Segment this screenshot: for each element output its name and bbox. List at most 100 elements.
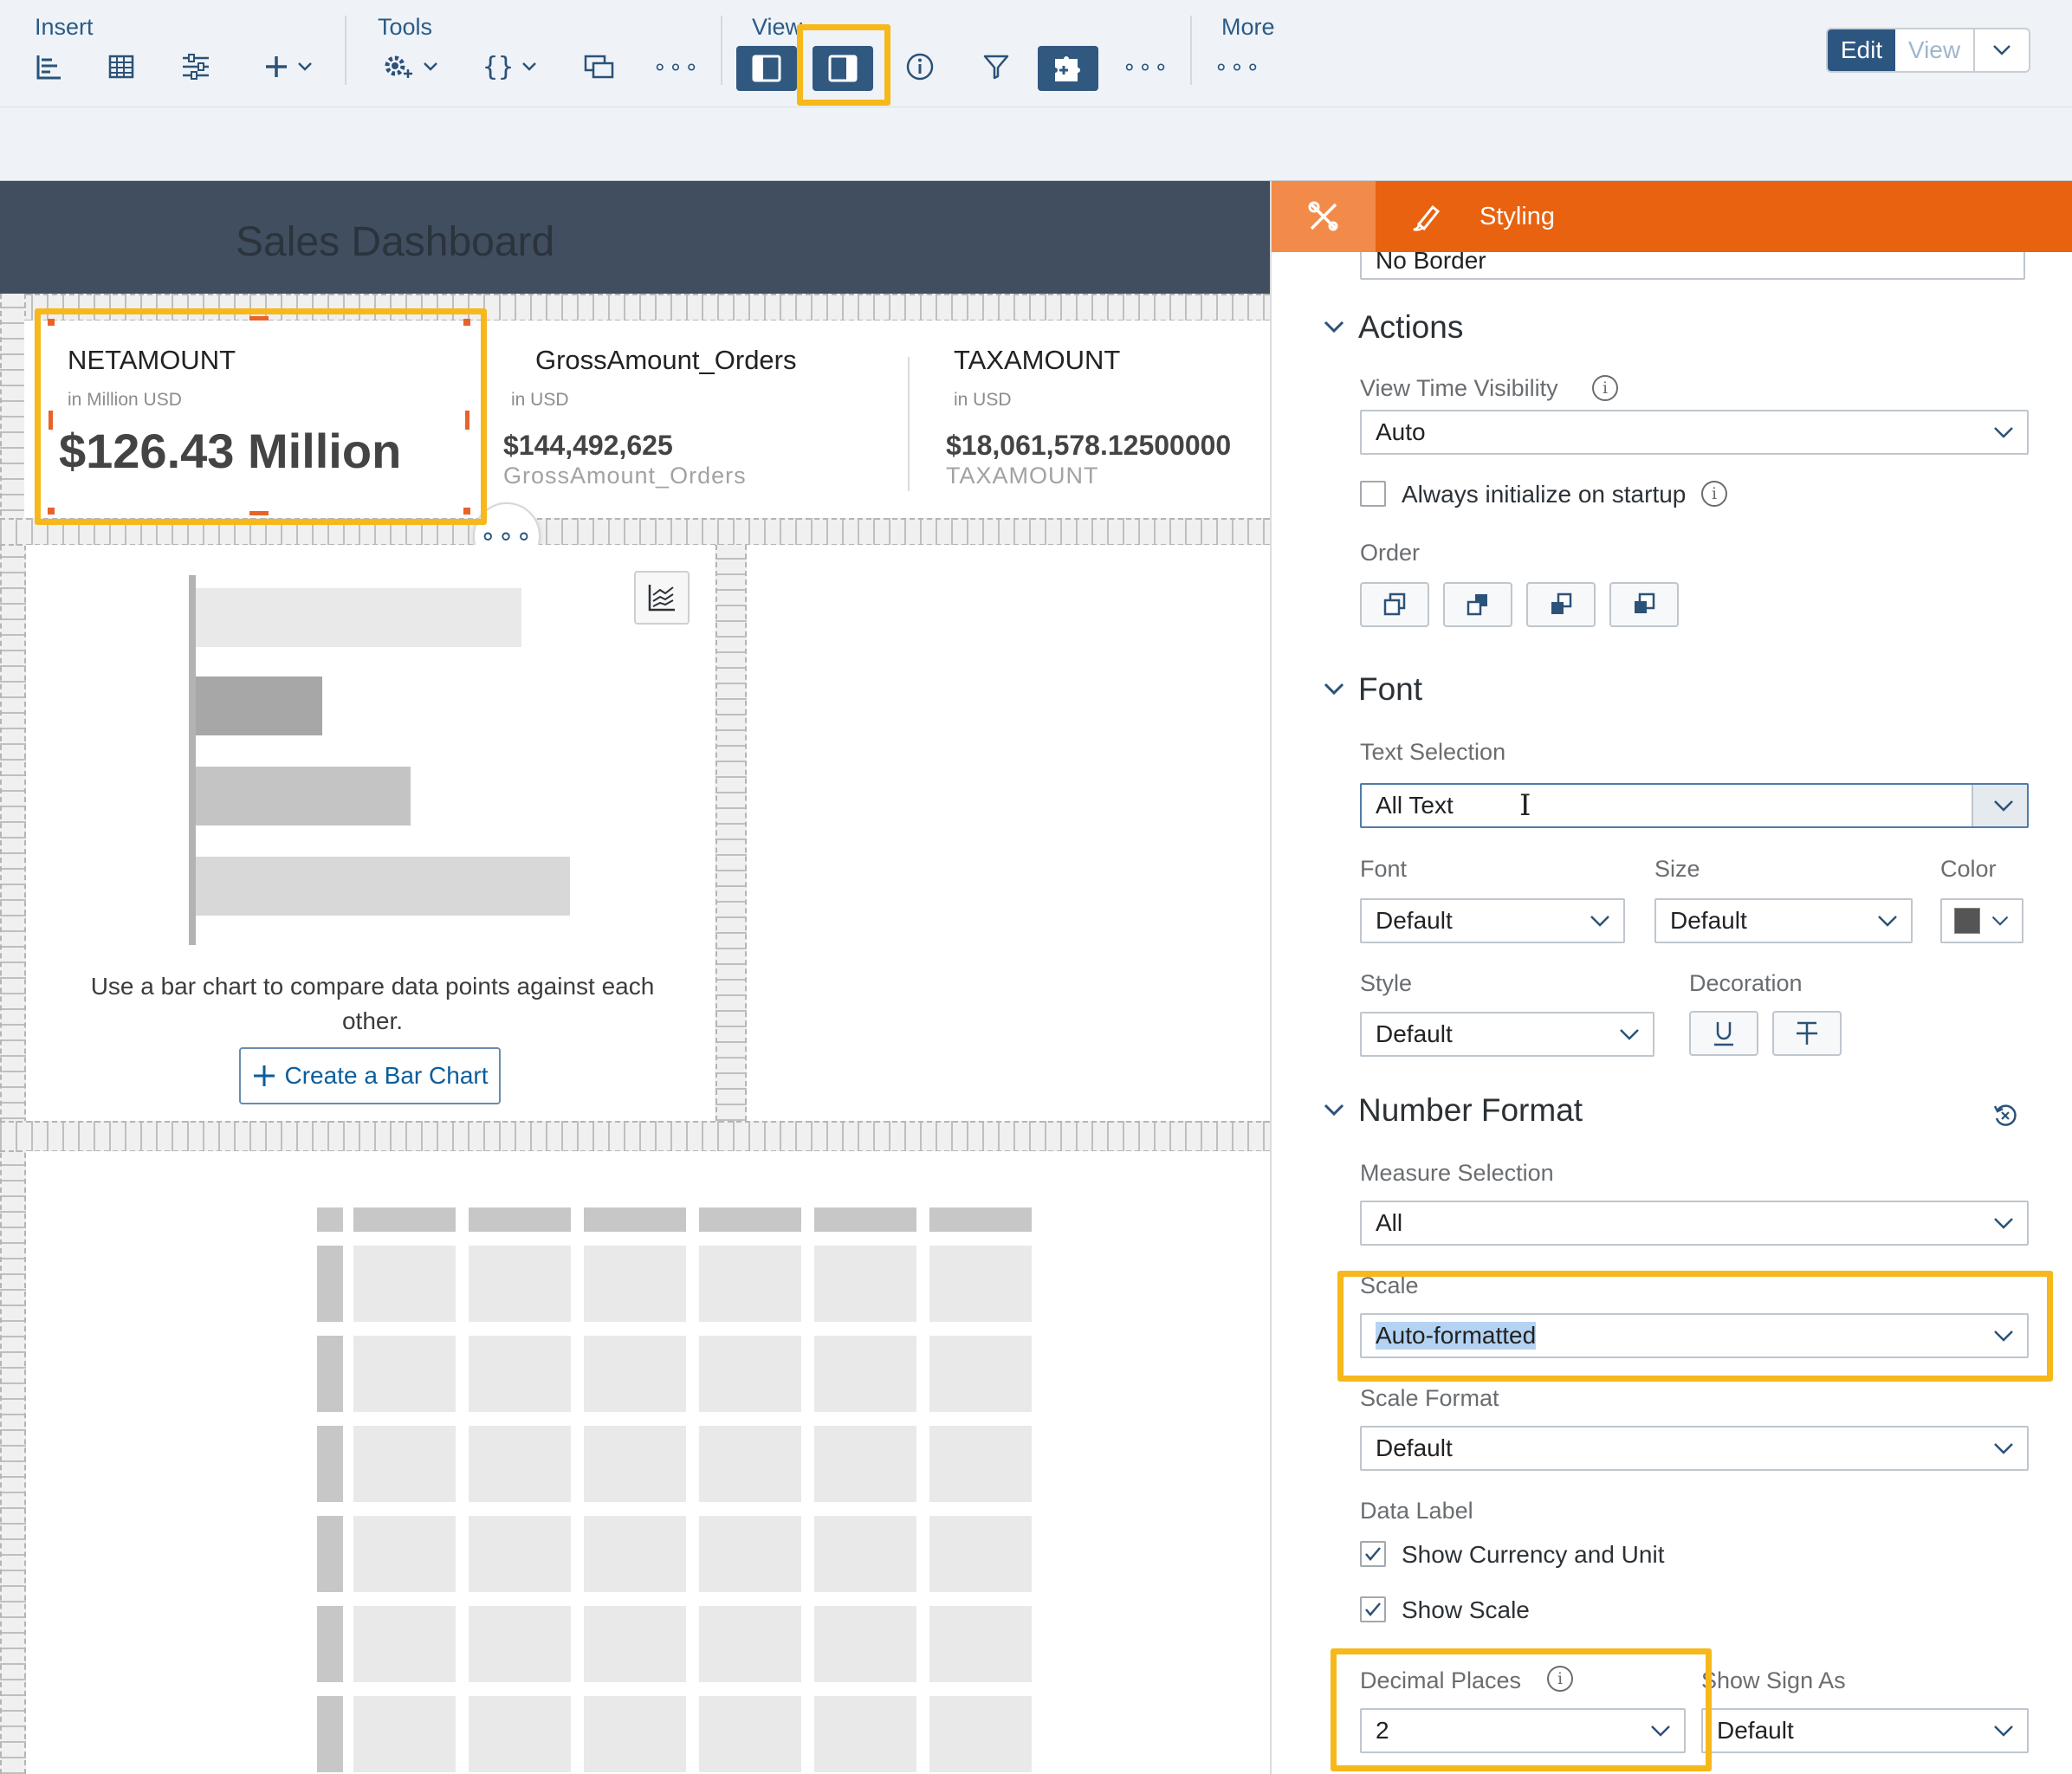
tools-scripting-button[interactable] [376, 45, 445, 88]
reset-icon [1993, 1104, 2017, 1126]
kpi-subtitle: in USD [511, 390, 569, 410]
font-size-value: Default [1670, 907, 1747, 934]
resize-handle[interactable] [249, 511, 269, 515]
left-panel-icon [752, 55, 781, 82]
bar-chart-placeholder-tile[interactable]: Use a bar chart to compare data points a… [26, 545, 715, 1121]
chevron-down-icon [1590, 916, 1609, 927]
right-side-panel-toggle[interactable] [813, 46, 873, 91]
insert-more-button[interactable] [258, 45, 319, 88]
chart-axis [189, 575, 196, 945]
always-initialize-checkbox[interactable] [1360, 481, 1386, 507]
font-color-picker[interactable] [1940, 898, 2023, 943]
insert-table-button[interactable] [104, 45, 139, 88]
chart-type-button[interactable] [634, 571, 690, 625]
send-backward-button[interactable] [1526, 582, 1596, 627]
resize-handle[interactable] [48, 319, 55, 326]
table-placeholder-cell [469, 1207, 571, 1232]
text-cursor-icon: I [1519, 788, 1531, 823]
table-placeholder-cell [469, 1606, 571, 1682]
dashboard-header: Sales Dashboard [0, 181, 1270, 294]
resize-handle[interactable] [49, 411, 53, 430]
styling-tab-label-overlay: Styling [1480, 203, 1556, 230]
resize-handle[interactable] [463, 508, 470, 515]
number-format-section-header[interactable]: Number Format [1324, 1092, 2034, 1129]
info-icon[interactable]: i [1701, 481, 1727, 507]
strikethrough-button[interactable] [1772, 1011, 1842, 1056]
send-to-back-button[interactable] [1609, 582, 1679, 627]
actions-section-header[interactable]: Actions [1324, 309, 1463, 346]
table-placeholder-cell [353, 1246, 456, 1322]
popup-windows-icon [584, 55, 614, 79]
measure-selection-dropdown[interactable]: All [1360, 1201, 2029, 1246]
view-time-visibility-dropdown[interactable]: Auto [1360, 410, 2029, 455]
scale-dropdown[interactable]: Auto-formatted [1360, 1313, 2029, 1358]
reset-format-button[interactable] [1992, 1103, 2018, 1133]
resize-handle[interactable] [48, 508, 55, 515]
table-placeholder-cell [584, 1426, 686, 1502]
kpi-numeric-point-tile[interactable]: NETAMOUNT in Million USD $126.43 Million… [24, 320, 1270, 518]
mode-menu-button[interactable] [1975, 29, 2029, 71]
table-placeholder-tile[interactable] [26, 1151, 1270, 1774]
scale-format-dropdown[interactable]: Default [1360, 1426, 2029, 1471]
create-bar-chart-button[interactable]: Create a Bar Chart [239, 1047, 501, 1104]
table-placeholder-cell [469, 1246, 571, 1322]
chevron-down-icon [1324, 320, 1344, 333]
send-to-back-icon [1635, 592, 1655, 613]
info-icon[interactable]: i [1547, 1666, 1573, 1692]
chevron-down-icon [1994, 1725, 2013, 1737]
table-placeholder-cell [814, 1516, 916, 1592]
text-selection-value: All Text [1376, 792, 1454, 819]
table-placeholder-cell [814, 1336, 916, 1412]
insert-input-control-button[interactable] [178, 45, 213, 88]
underline-button[interactable] [1689, 1011, 1758, 1056]
style-label: Style [1360, 970, 1413, 996]
show-sign-dropdown[interactable]: Default [1701, 1708, 2029, 1753]
bring-to-front-button[interactable] [1360, 582, 1429, 627]
filter-button[interactable] [979, 45, 1013, 88]
font-section-header[interactable]: Font [1324, 671, 1422, 708]
layout-gap [0, 1121, 1270, 1152]
bring-forward-button[interactable] [1443, 582, 1512, 627]
font-style-dropdown[interactable]: Default [1360, 1012, 1654, 1057]
tools-script-button[interactable]: {} [478, 45, 542, 88]
show-sign-label: Show Sign As [1701, 1667, 1846, 1693]
more-button[interactable]: ∘∘∘ [1214, 45, 1260, 88]
decimal-places-dropdown[interactable]: 2 [1360, 1708, 1686, 1753]
resize-handle[interactable] [463, 319, 470, 326]
underline-icon [1714, 1022, 1733, 1046]
custom-widget-button[interactable] [1038, 46, 1098, 91]
dashboard-title[interactable]: Sales Dashboard [236, 218, 554, 266]
insert-group-label: Insert [35, 14, 94, 40]
left-side-panel-toggle[interactable] [736, 46, 797, 91]
tools-overflow-button[interactable]: ∘∘∘ [653, 45, 699, 88]
empty-tile[interactable] [747, 545, 1270, 1121]
table-placeholder-cell [353, 1696, 456, 1772]
table-placeholder-cell [584, 1696, 686, 1772]
show-scale-label: Show Scale [1402, 1596, 1530, 1623]
resize-handle[interactable] [465, 411, 469, 430]
view-overflow-button[interactable]: ∘∘∘ [1123, 45, 1169, 88]
table-placeholder-cell [929, 1207, 1032, 1232]
measure-selection-value: All [1376, 1209, 1403, 1236]
tools-popup-button[interactable] [580, 45, 618, 88]
font-style-value: Default [1376, 1020, 1453, 1047]
table-placeholder-cell [699, 1516, 801, 1592]
checkmark-icon [1365, 1602, 1381, 1616]
scale-format-label: Scale Format [1360, 1385, 1499, 1411]
info-button[interactable] [903, 45, 937, 88]
insert-chart-button[interactable] [31, 45, 66, 88]
chevron-down-icon [1620, 1029, 1639, 1040]
show-scale-checkbox[interactable] [1360, 1596, 1386, 1622]
font-size-dropdown[interactable]: Default [1654, 898, 1913, 943]
placeholder-bar [196, 767, 411, 825]
edit-mode-button[interactable]: Edit [1828, 29, 1895, 71]
info-icon[interactable]: i [1592, 375, 1618, 401]
view-mode-button[interactable]: View [1895, 29, 1975, 71]
resize-handle[interactable] [249, 316, 269, 320]
font-family-dropdown[interactable]: Default [1360, 898, 1625, 943]
table-placeholder-cell [317, 1246, 343, 1322]
table-placeholder-cell [584, 1606, 686, 1682]
kpi-value: $18,061,578.12500000 [946, 430, 1232, 461]
text-selection-dropdown[interactable]: All Text I [1360, 783, 2029, 828]
show-currency-checkbox[interactable] [1360, 1541, 1386, 1567]
